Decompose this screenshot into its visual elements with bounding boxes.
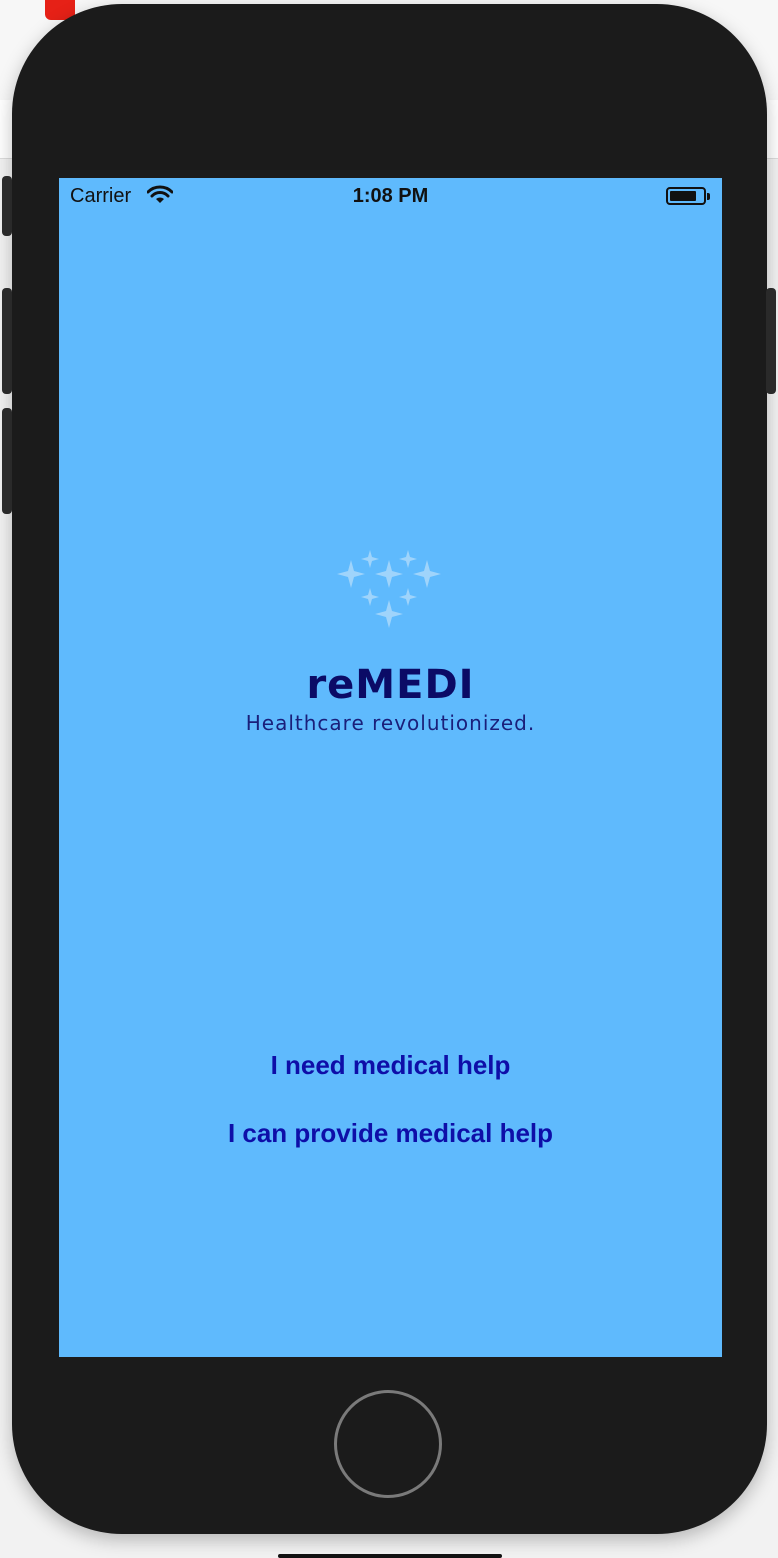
home-button[interactable] bbox=[334, 1390, 442, 1498]
app-screen: Carrier 1:08 PM reMEDI Healthcare revolu… bbox=[59, 178, 722, 1357]
status-bar: Carrier 1:08 PM bbox=[59, 178, 722, 214]
app-name: reMEDI bbox=[306, 662, 475, 708]
desktop-dock-edge bbox=[278, 1554, 502, 1558]
volume-down-button bbox=[2, 408, 12, 514]
battery-level bbox=[670, 191, 696, 201]
need-help-button[interactable]: I need medical help bbox=[59, 1050, 722, 1081]
battery-icon bbox=[666, 187, 706, 205]
app-tagline: Healthcare revolutionized. bbox=[245, 711, 536, 735]
status-time: 1:08 PM bbox=[352, 185, 429, 207]
power-button bbox=[766, 288, 776, 394]
sparkle-logo-icon bbox=[337, 550, 441, 628]
mute-switch bbox=[2, 176, 12, 236]
volume-up-button bbox=[2, 288, 12, 394]
provide-help-button[interactable]: I can provide medical help bbox=[59, 1118, 722, 1149]
battery-tip bbox=[707, 193, 710, 200]
